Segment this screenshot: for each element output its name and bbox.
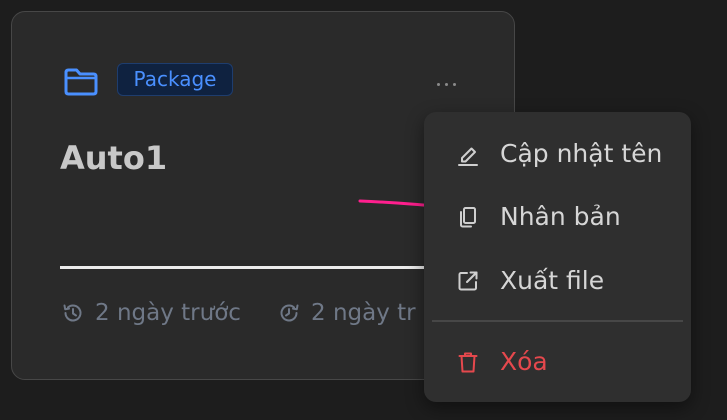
delete-menu-item[interactable]: Xóa xyxy=(424,332,691,392)
duplicate-label: Nhân bản xyxy=(500,202,621,231)
card-title: Auto1 xyxy=(60,139,168,177)
rename-label: Cập nhật tên xyxy=(500,139,663,168)
copy-icon xyxy=(460,207,476,228)
updated-time: 2 ngày tr xyxy=(277,298,416,328)
created-time-label: 2 ngày trước xyxy=(95,300,241,326)
more-dot xyxy=(452,82,456,86)
more-options-button[interactable] xyxy=(428,72,464,96)
external-link-icon xyxy=(458,271,478,291)
package-badge: Package xyxy=(117,63,233,96)
duplicate-menu-item[interactable]: Nhân bản xyxy=(424,187,691,247)
delete-label: Xóa xyxy=(500,347,548,376)
more-dot xyxy=(444,82,448,86)
export-menu-item[interactable]: Xuất file xyxy=(424,251,691,311)
pencil-icon xyxy=(458,147,478,166)
rename-menu-item[interactable]: Cập nhật tên xyxy=(424,124,691,184)
folder-icon xyxy=(64,68,98,96)
history-icon xyxy=(63,304,82,322)
context-menu: Cập nhật tên Nhân bản Xuất file Xóa xyxy=(424,112,691,402)
trash-icon xyxy=(458,352,478,373)
updated-time-label: 2 ngày tr xyxy=(311,300,416,326)
menu-divider xyxy=(432,320,683,322)
more-dot xyxy=(436,82,440,86)
export-label: Xuất file xyxy=(500,266,605,295)
progress-bar xyxy=(60,266,480,269)
created-time: 2 ngày trước xyxy=(61,298,241,328)
clock-update-icon xyxy=(280,304,299,322)
